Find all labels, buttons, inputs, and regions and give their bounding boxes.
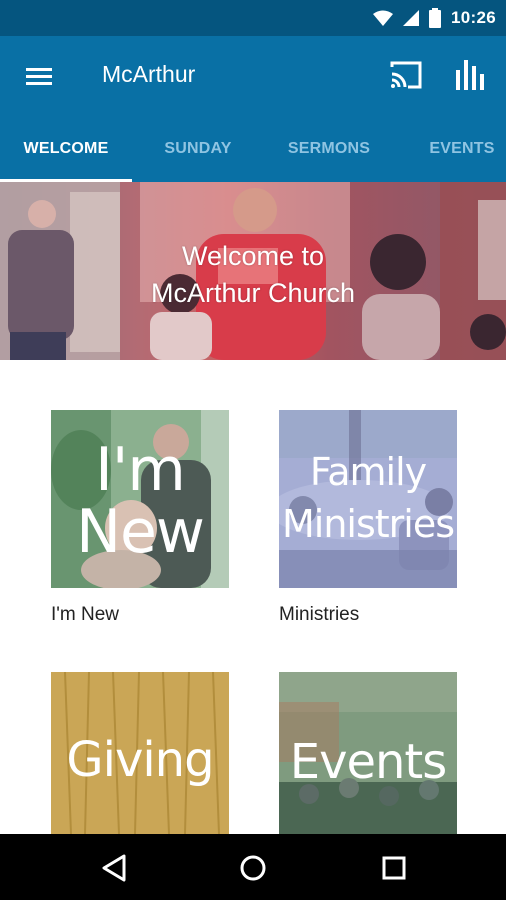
status-time: 10:26 bbox=[451, 8, 496, 27]
bar-chart-icon[interactable] bbox=[454, 56, 488, 92]
tab-sermons[interactable]: SERMONS bbox=[264, 116, 394, 182]
home-icon[interactable] bbox=[237, 852, 269, 884]
app-bar: McArthur bbox=[0, 36, 506, 116]
tile-im-new-text-line2: New bbox=[76, 497, 205, 567]
recents-icon[interactable] bbox=[378, 852, 410, 884]
ministries-photo bbox=[279, 410, 457, 588]
tile-im-new[interactable]: I'm New bbox=[51, 410, 229, 588]
tile-giving-text: Giving bbox=[66, 732, 214, 788]
tile-events-text: Events bbox=[289, 734, 448, 790]
navigation-bar bbox=[0, 834, 506, 900]
status-icons: 10:26 bbox=[373, 6, 496, 30]
hero-banner[interactable]: Welcome to McArthur Church bbox=[0, 182, 506, 360]
tile-events[interactable]: Events bbox=[279, 672, 457, 834]
tile-im-new-label[interactable]: I'm New bbox=[51, 604, 119, 626]
cast-icon[interactable] bbox=[388, 58, 424, 92]
tile-ministries[interactable]: Family Ministries bbox=[279, 410, 457, 588]
tab-bar: WELCOME SUNDAY SERMONS EVENTS bbox=[0, 116, 506, 182]
cell-signal-icon bbox=[403, 10, 420, 26]
app-title: McArthur bbox=[102, 61, 196, 87]
tile-ministries-text-line2: Ministries bbox=[281, 502, 455, 546]
tab-events[interactable]: EVENTS bbox=[394, 116, 506, 182]
status-bar: 10:26 bbox=[0, 0, 506, 36]
tile-ministries-label[interactable]: Ministries bbox=[279, 604, 359, 626]
back-icon[interactable] bbox=[98, 852, 130, 884]
hero-title-line2: McArthur Church bbox=[150, 278, 356, 308]
wifi-icon bbox=[373, 10, 394, 26]
tile-ministries-text-line1: Family bbox=[309, 450, 427, 494]
tab-sunday[interactable]: SUNDAY bbox=[132, 116, 264, 182]
hero-title: Welcome to McArthur Church bbox=[0, 238, 506, 312]
menu-icon[interactable] bbox=[22, 62, 58, 92]
tile-im-new-text-line1: I'm bbox=[95, 435, 186, 505]
tile-giving[interactable]: Giving bbox=[51, 672, 229, 834]
hero-title-line1: Welcome to bbox=[181, 241, 325, 271]
battery-icon bbox=[429, 8, 442, 28]
tab-welcome[interactable]: WELCOME bbox=[0, 116, 132, 182]
